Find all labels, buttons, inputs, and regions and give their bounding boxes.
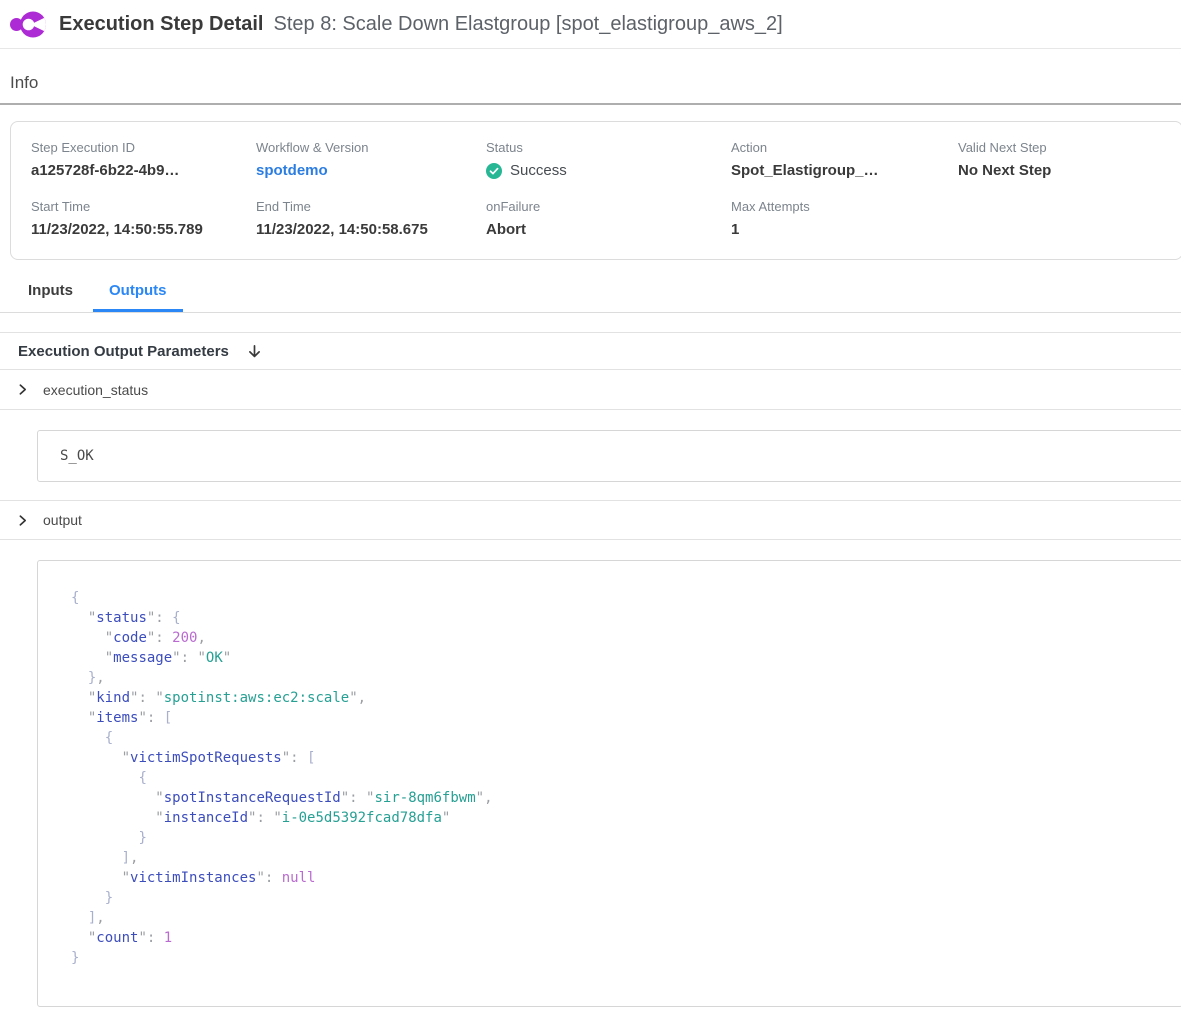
param-row-execution-status[interactable]: execution_status: [0, 370, 1181, 410]
page-title: Execution Step Detail: [59, 13, 264, 35]
field-step-execution-id: Step Execution ID a125728f-6b22-4b9…: [31, 140, 256, 179]
section-title: Execution Output Parameters: [18, 343, 229, 360]
field-value: Spot_Elastigroup_…: [731, 162, 958, 179]
tab-inputs[interactable]: Inputs: [12, 276, 89, 312]
status-text: Success: [510, 162, 567, 179]
tab-outputs[interactable]: Outputs: [93, 276, 183, 312]
info-divider: [0, 103, 1181, 105]
arrow-down-icon: [246, 343, 263, 360]
info-card: Step Execution ID a125728f-6b22-4b9… Wor…: [10, 121, 1181, 260]
field-status: Status Success: [486, 140, 731, 179]
field-valid-next-step: Valid Next Step No Next Step: [958, 140, 1162, 179]
param-row-output[interactable]: output: [0, 500, 1181, 540]
field-max-attempts: Max Attempts 1: [731, 199, 958, 238]
spot-logo-icon: [10, 7, 47, 42]
field-label: Action: [731, 140, 958, 155]
field-start-time: Start Time 11/23/2022, 14:50:55.789: [31, 199, 256, 238]
field-label: Start Time: [31, 199, 256, 214]
field-value: No Next Step: [958, 162, 1162, 179]
field-label: Valid Next Step: [958, 140, 1162, 155]
field-onfailure: onFailure Abort: [486, 199, 731, 238]
field-action: Action Spot_Elastigroup_…: [731, 140, 958, 179]
download-button[interactable]: [246, 343, 263, 360]
field-value: a125728f-6b22-4b9…: [31, 162, 256, 179]
page-header: Execution Step Detail Step 8: Scale Down …: [0, 0, 1181, 49]
field-value: 11/23/2022, 14:50:58.675: [256, 221, 486, 238]
field-label: Max Attempts: [731, 199, 958, 214]
chevron-right-icon: [16, 514, 29, 527]
chevron-right-icon: [16, 383, 29, 396]
field-label: Status: [486, 140, 731, 155]
output-json-box: { "status": { "code": 200, "message": "O…: [37, 560, 1181, 1007]
param-name: output: [43, 512, 82, 528]
field-label: Step Execution ID: [31, 140, 256, 155]
field-value: Abort: [486, 221, 731, 238]
field-label: onFailure: [486, 199, 731, 214]
page-subtitle: Step 8: Scale Down Elastgroup [spot_elas…: [274, 13, 783, 35]
field-value: 11/23/2022, 14:50:55.789: [31, 221, 256, 238]
output-json-code: { "status": { "code": 200, "message": "O…: [71, 588, 1162, 968]
execution-output-parameters-header: Execution Output Parameters: [0, 332, 1181, 370]
field-label: End Time: [256, 199, 486, 214]
field-workflow-version: Workflow & Version spotdemo: [256, 140, 486, 179]
tab-bar: Inputs Outputs: [0, 276, 1181, 313]
field-end-time: End Time 11/23/2022, 14:50:58.675: [256, 199, 486, 238]
workflow-link[interactable]: spotdemo: [256, 162, 486, 179]
check-circle-icon: [486, 163, 502, 179]
info-section-title: Info: [10, 73, 1181, 93]
execution-status-value-box: S_OK: [37, 430, 1181, 482]
field-label: Workflow & Version: [256, 140, 486, 155]
field-value: 1: [731, 221, 958, 238]
status-badge: Success: [486, 162, 731, 179]
param-name: execution_status: [43, 382, 148, 398]
execution-status-value: S_OK: [60, 448, 94, 464]
